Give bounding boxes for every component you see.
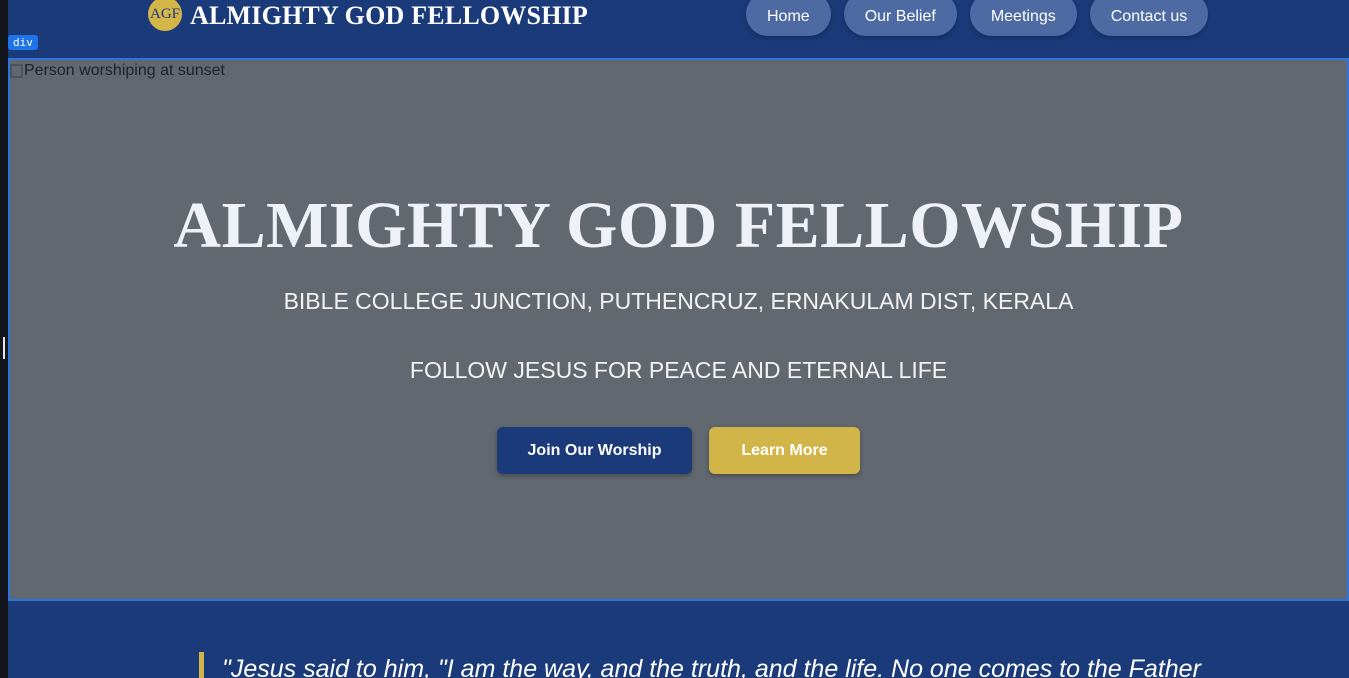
learn-more-button[interactable]: Learn More bbox=[709, 427, 860, 474]
text-caret bbox=[3, 337, 5, 359]
hero-title: ALMIGHTY GOD FELLOWSHIP bbox=[173, 189, 1184, 262]
brand-name: ALMIGHTY GOD FELLOWSHIP bbox=[190, 1, 589, 30]
hero-image-alt-text: Person worshiping at sunset bbox=[24, 62, 225, 79]
nav-meetings-link[interactable]: Meetings bbox=[969, 0, 1077, 36]
broken-image-icon bbox=[10, 64, 23, 78]
hero-image: Person worshiping at sunset bbox=[10, 62, 225, 80]
nav-our-belief-link[interactable]: Our Belief bbox=[843, 0, 957, 36]
scripture-quote-section: "Jesus said to him, "I am the way, and t… bbox=[8, 601, 1349, 678]
devtools-element-badge: div bbox=[8, 35, 38, 50]
main-nav: Home Our Belief Meetings Contact us bbox=[746, 0, 1209, 36]
nav-home-link[interactable]: Home bbox=[746, 0, 831, 36]
hero-actions: Join Our Worship Learn More bbox=[497, 427, 860, 474]
join-worship-button[interactable]: Join Our Worship bbox=[497, 427, 692, 474]
quote-accent-bar bbox=[199, 652, 204, 678]
hero-section: Person worshiping at sunset ALMIGHTY GOD… bbox=[8, 58, 1349, 601]
hero-tagline: FOLLOW JESUS FOR PEACE AND ETERNAL LIFE bbox=[409, 357, 948, 383]
brand-link[interactable]: AGF ALMIGHTY GOD FELLOWSHIP bbox=[148, 0, 588, 32]
editor-gutter bbox=[0, 0, 8, 678]
scripture-quote: "Jesus said to him, "I am the way, and t… bbox=[222, 655, 1201, 678]
logo-badge: AGF bbox=[148, 0, 182, 31]
site-header: AGF ALMIGHTY GOD FELLOWSHIP Home Our Bel… bbox=[8, 0, 1349, 58]
hero-address: BIBLE COLLEGE JUNCTION, PUTHENCRUZ, ERNA… bbox=[283, 288, 1074, 314]
nav-contact-link[interactable]: Contact us bbox=[1089, 0, 1209, 36]
